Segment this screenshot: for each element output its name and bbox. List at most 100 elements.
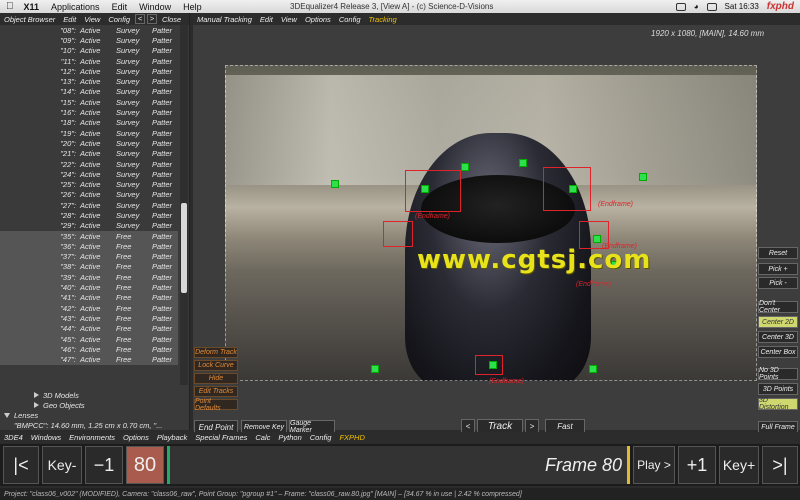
point-list-row[interactable]: "12": Active Survey Patter bbox=[0, 66, 178, 76]
frame-number-field[interactable]: 80 bbox=[126, 446, 164, 484]
key-plus-button[interactable]: Key+ bbox=[719, 446, 759, 484]
track-button[interactable]: Track bbox=[477, 419, 523, 433]
next-panel-button[interactable]: > bbox=[147, 14, 158, 24]
fast-button[interactable]: Fast bbox=[545, 419, 585, 433]
tracking-point-marker[interactable] bbox=[519, 159, 527, 167]
key-minus-button[interactable]: Key- bbox=[42, 446, 82, 484]
menu-x11[interactable]: X11 bbox=[24, 2, 40, 12]
point-list-row[interactable]: "39": Active Free Patter bbox=[0, 272, 178, 283]
center-2d-button[interactable]: Center 2D bbox=[758, 316, 798, 328]
menu-ob-config[interactable]: Config bbox=[108, 15, 130, 24]
menu-python[interactable]: Python bbox=[278, 433, 301, 442]
track-forward-button[interactable]: > bbox=[525, 419, 539, 433]
menu-mt-tracking[interactable]: Tracking bbox=[369, 15, 397, 24]
menu-manual-tracking[interactable]: Manual Tracking bbox=[197, 15, 252, 24]
point-list-row[interactable]: "38": Active Free Patter bbox=[0, 261, 178, 273]
tree-item-geo-objects[interactable]: Geo Objects bbox=[0, 400, 188, 410]
point-list-row[interactable]: "09": Active Survey Patter bbox=[0, 35, 178, 45]
wifi-icon[interactable]: ◕ bbox=[694, 2, 699, 11]
reset-button[interactable]: Reset bbox=[758, 247, 798, 259]
point-list-row[interactable]: "24": Active Survey Patter bbox=[0, 169, 178, 179]
point-list-row[interactable]: "45": Active Free Patter bbox=[0, 333, 178, 345]
track-backward-button[interactable]: < bbox=[461, 419, 475, 433]
menu-special-frames[interactable]: Special Frames bbox=[195, 433, 247, 442]
last-frame-button[interactable]: >| bbox=[762, 446, 798, 484]
point-list-row[interactable]: "43": Active Free Patter bbox=[0, 313, 178, 324]
tracking-point-marker[interactable] bbox=[371, 365, 379, 373]
point-list-row[interactable]: "26": Active Survey Patter bbox=[0, 190, 178, 200]
point-list-row[interactable]: "18": Active Survey Patter bbox=[0, 118, 178, 128]
menu-mt-edit[interactable]: Edit bbox=[260, 15, 273, 24]
point-list-row[interactable]: "14": Active Survey Patter bbox=[0, 87, 178, 97]
point-list-row[interactable]: "47": Active Free Patter bbox=[0, 354, 178, 365]
edit-tracks-button[interactable]: Edit Tracks bbox=[194, 386, 238, 397]
tracking-search-box[interactable] bbox=[543, 167, 591, 211]
dont-center-button[interactable]: Don't Center bbox=[758, 300, 798, 314]
point-list[interactable]: "08": Active Survey Patter "09": Active Survey… bbox=[0, 25, 178, 385]
menu-ob-view[interactable]: View bbox=[84, 15, 100, 24]
close-panel-button[interactable]: Close bbox=[162, 15, 181, 24]
point-list-row[interactable]: "40": Active Free Patter bbox=[0, 282, 178, 293]
pick-plus-button[interactable]: Pick + bbox=[758, 263, 798, 275]
tracking-search-box[interactable] bbox=[475, 355, 503, 375]
tracking-point-marker[interactable] bbox=[589, 365, 597, 373]
tracking-search-box[interactable] bbox=[383, 221, 413, 247]
3d-distortion-button[interactable]: 3D Distortion bbox=[758, 397, 798, 411]
menu-mt-options[interactable]: Options bbox=[305, 15, 331, 24]
point-list-row[interactable]: "11": Active Survey Patter bbox=[0, 56, 178, 66]
expand-icon[interactable] bbox=[34, 402, 39, 408]
point-list-row[interactable]: "15": Active Survey Patter bbox=[0, 97, 178, 107]
menu-environments[interactable]: Environments bbox=[69, 433, 115, 442]
point-list-row[interactable]: "42": Active Free Patter bbox=[0, 303, 178, 314]
image-viewport[interactable]: 1920 x 1080, [MAIN], 14.60 mm (Endframe)… bbox=[193, 25, 800, 434]
tree-item-lenses[interactable]: Lenses bbox=[0, 410, 188, 420]
tracking-point-marker[interactable] bbox=[461, 163, 469, 171]
point-list-row[interactable]: "35": Active Free Patter bbox=[0, 230, 178, 242]
menu-config[interactable]: Config bbox=[310, 433, 332, 442]
menu-mt-config[interactable]: Config bbox=[339, 15, 361, 24]
menu-object-browser[interactable]: Object Browser bbox=[4, 15, 55, 24]
point-list-row[interactable]: "25": Active Survey Patter bbox=[0, 179, 178, 189]
menu-edit[interactable]: Edit bbox=[112, 2, 128, 12]
no-3d-points-button[interactable]: No 3D Points bbox=[758, 367, 798, 381]
point-list-row[interactable]: "44": Active Free Patter bbox=[0, 323, 178, 334]
menu-applications[interactable]: Applications bbox=[51, 2, 100, 12]
tree-item-3d-models[interactable]: 3D Models bbox=[0, 390, 188, 400]
plus-one-button[interactable]: +1 bbox=[678, 446, 716, 484]
prev-panel-button[interactable]: < bbox=[135, 14, 146, 24]
point-list-row[interactable]: "46": Active Free Patter bbox=[0, 344, 178, 355]
point-list-row[interactable]: "41": Active Free Patter bbox=[0, 292, 178, 304]
point-list-row[interactable]: "22": Active Survey Patter bbox=[0, 159, 178, 169]
first-frame-button[interactable]: |< bbox=[3, 446, 39, 484]
deform-track-button[interactable]: Deform Track bbox=[194, 347, 238, 358]
pick-minus-button[interactable]: Pick - bbox=[758, 277, 798, 289]
menu-fxphd[interactable]: FXPHD bbox=[339, 433, 364, 442]
point-list-row[interactable]: "36": Active Free Patter bbox=[0, 241, 178, 252]
menu-help[interactable]: Help bbox=[183, 2, 202, 12]
tracking-search-box[interactable] bbox=[405, 170, 461, 212]
menu-playback[interactable]: Playback bbox=[157, 433, 187, 442]
point-list-row[interactable]: "37": Active Free Patter bbox=[0, 251, 178, 262]
menu-options[interactable]: Options bbox=[123, 433, 149, 442]
play-button[interactable]: Play > bbox=[633, 446, 675, 484]
battery-icon[interactable] bbox=[706, 2, 717, 11]
point-list-row[interactable]: "20": Active Survey Patter bbox=[0, 138, 178, 148]
menu-calc[interactable]: Calc bbox=[255, 433, 270, 442]
point-list-row[interactable]: "19": Active Survey Patter bbox=[0, 128, 178, 138]
hide-button[interactable]: Hide bbox=[194, 373, 238, 384]
point-defaults-button[interactable]: Point Defaults bbox=[194, 398, 238, 412]
timeline-scrubber[interactable]: Frame 80 bbox=[167, 446, 630, 484]
menu-ob-edit[interactable]: Edit bbox=[63, 15, 76, 24]
collapse-icon[interactable] bbox=[4, 412, 10, 418]
tracking-point-marker[interactable] bbox=[331, 180, 339, 188]
point-list-row[interactable]: "13": Active Survey Patter bbox=[0, 76, 178, 86]
point-list-row[interactable]: "16": Active Survey Patter bbox=[0, 107, 178, 117]
menu-3de4[interactable]: 3DE4 bbox=[4, 433, 23, 442]
point-list-row[interactable]: "28": Active Survey Patter bbox=[0, 210, 178, 220]
lock-curve-button[interactable]: Lock Curve bbox=[194, 360, 238, 371]
display-icon[interactable] bbox=[675, 2, 686, 11]
clock[interactable]: Sat 16:33 bbox=[725, 2, 759, 11]
expand-icon[interactable] bbox=[34, 392, 39, 398]
menu-mt-view[interactable]: View bbox=[281, 15, 297, 24]
point-list-row[interactable]: "08": Active Survey Patter bbox=[0, 25, 178, 35]
